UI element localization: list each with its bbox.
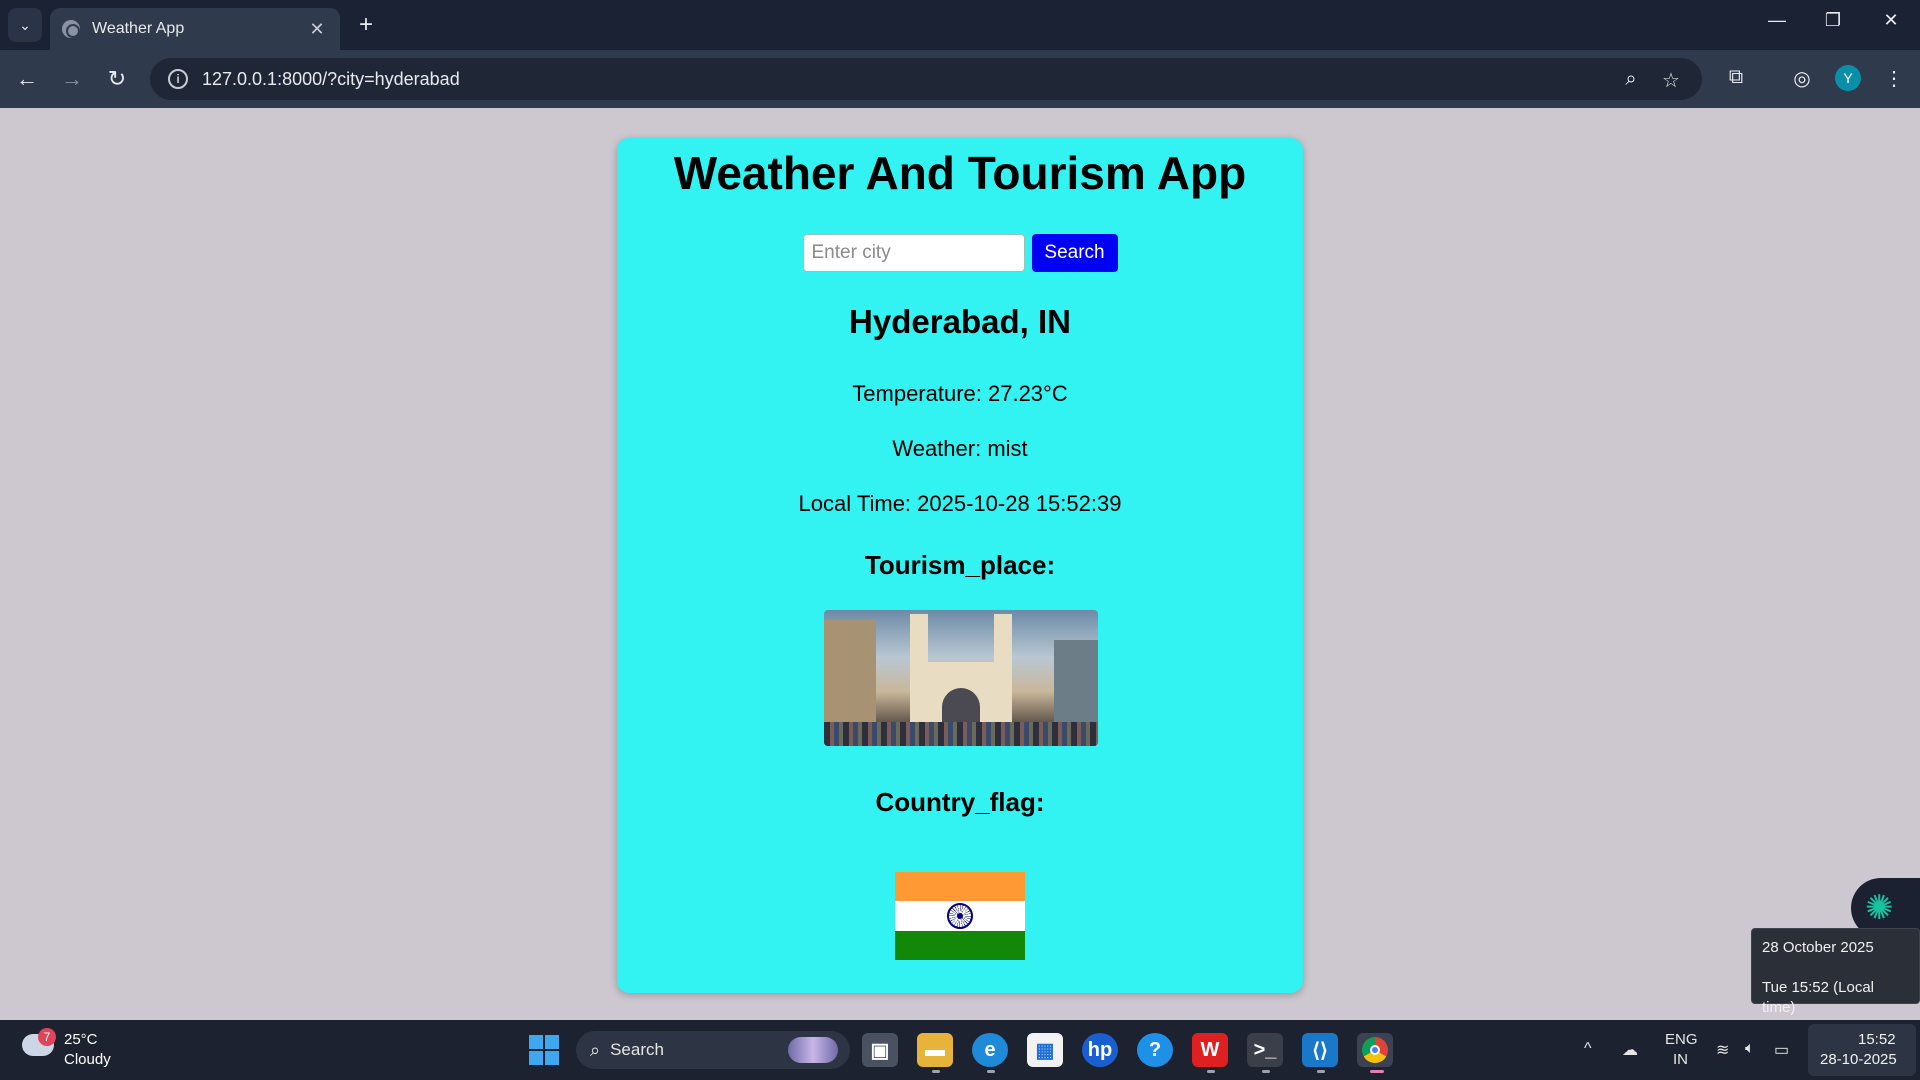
battery-icon[interactable]: ▭ — [1774, 1040, 1789, 1060]
city-input[interactable] — [802, 234, 1025, 272]
reload-icon[interactable]: ↻ — [102, 64, 132, 94]
browser-tabstrip: ⌄ Weather App ✕ + — ❐ ✕ — [0, 0, 1920, 50]
tooltip-local-time: Tue 15:52 (Local time) — [1762, 979, 1875, 1016]
window-close-icon[interactable]: ✕ — [1876, 10, 1906, 31]
country-flag-image — [895, 872, 1025, 960]
chakra-emblem — [947, 902, 973, 929]
address-bar[interactable]: i 127.0.0.1:8000/?city=hyderabad ⌕ ☆ — [150, 58, 1702, 100]
search-form: Search — [617, 234, 1303, 272]
terminal-icon[interactable]: >_ — [1247, 1033, 1283, 1067]
temperature-text: Temperature: 27.23°C — [852, 381, 1068, 406]
weather-card: Weather And Tourism App Search Hyderabad… — [617, 138, 1303, 993]
country-flag-heading: Country_flag: — [875, 787, 1045, 817]
weather-text: Weather: mist — [892, 436, 1028, 461]
onedrive-cloud-icon[interactable]: ☁ — [1622, 1040, 1638, 1060]
tab-search-button[interactable]: ⌄ — [8, 8, 42, 42]
search-highlight-art — [788, 1037, 838, 1063]
profile-avatar[interactable]: Y — [1835, 65, 1861, 91]
browser-tab[interactable]: Weather App ✕ — [50, 8, 340, 50]
forward-arrow-icon[interactable]: → — [57, 64, 87, 94]
chrome-icon[interactable] — [1357, 1033, 1393, 1067]
hp-icon[interactable]: hp — [1082, 1033, 1118, 1067]
tab-title: Weather App — [92, 20, 185, 37]
tourism-heading: Tourism_place: — [864, 550, 1056, 580]
clock-time[interactable]: 15:52 — [1858, 1031, 1896, 1048]
wps-office-icon[interactable]: W — [1192, 1033, 1228, 1067]
start-button[interactable] — [529, 1035, 559, 1065]
tab-close-icon[interactable]: ✕ — [306, 19, 328, 40]
edge-icon[interactable]: e — [972, 1033, 1008, 1067]
back-arrow-icon[interactable]: ← — [12, 64, 42, 94]
clock-tooltip: 28 October 2025 Tue 15:52 (Local time) — [1751, 928, 1920, 1016]
tourism-place-image — [824, 610, 1098, 746]
zoom-icon[interactable]: ⌕ — [1618, 68, 1644, 91]
site-info-icon[interactable]: i — [168, 69, 188, 89]
local-time-text: Local Time: 2025-10-28 15:52:39 — [798, 491, 1122, 516]
bookmark-star-icon[interactable]: ☆ — [1658, 68, 1684, 93]
globe-icon — [62, 20, 80, 38]
help-icon[interactable]: ? — [1137, 1033, 1173, 1067]
browser-toolbar: ← → ↻ i 127.0.0.1:8000/?city=hyderabad ⌕… — [0, 50, 1920, 108]
tooltip-date: 28 October 2025 — [1762, 939, 1874, 956]
volume-icon[interactable]: 🔈︎ — [1745, 1040, 1755, 1058]
minimize-icon[interactable]: — — [1762, 10, 1792, 31]
chevron-down-icon: ⌄ — [19, 16, 31, 33]
vscode-icon[interactable]: ⟨⟩ — [1302, 1033, 1338, 1067]
taskbar-search-label: Search — [610, 1040, 664, 1059]
task-view-icon[interactable]: ▣ — [862, 1033, 898, 1067]
wifi-icon[interactable]: ≋ — [1716, 1040, 1729, 1060]
language-indicator[interactable]: ENG — [1665, 1031, 1698, 1048]
file-explorer-icon[interactable]: ▬ — [917, 1033, 953, 1067]
region-indicator[interactable]: IN — [1673, 1051, 1688, 1068]
city-name: Hyderabad, IN — [849, 303, 1071, 340]
taskbar-search[interactable]: ⌕ Search — [576, 1031, 850, 1069]
search-button[interactable]: Search — [1031, 234, 1118, 272]
url-text[interactable]: 127.0.0.1:8000/?city=hyderabad — [202, 69, 460, 90]
new-tab-button[interactable]: + — [352, 12, 380, 38]
restore-icon[interactable]: ❐ — [1818, 10, 1848, 31]
store-icon[interactable]: ▦ — [1027, 1033, 1063, 1067]
menu-kebab-icon[interactable]: ⋮ — [1880, 66, 1908, 91]
chevron-up-icon[interactable]: ^ — [1584, 1040, 1592, 1058]
weather-temperature[interactable]: 25°C — [64, 1031, 98, 1048]
performance-icon[interactable]: ◎ — [1788, 66, 1816, 91]
clock-date[interactable]: 28-10-2025 — [1820, 1051, 1897, 1068]
weather-badge: 7 — [38, 1028, 56, 1046]
extensions-icon[interactable]: ⧉ — [1722, 66, 1750, 89]
app-title: Weather And Tourism App — [673, 147, 1247, 199]
search-icon: ⌕ — [590, 1039, 601, 1060]
weather-condition[interactable]: Cloudy — [64, 1051, 111, 1068]
